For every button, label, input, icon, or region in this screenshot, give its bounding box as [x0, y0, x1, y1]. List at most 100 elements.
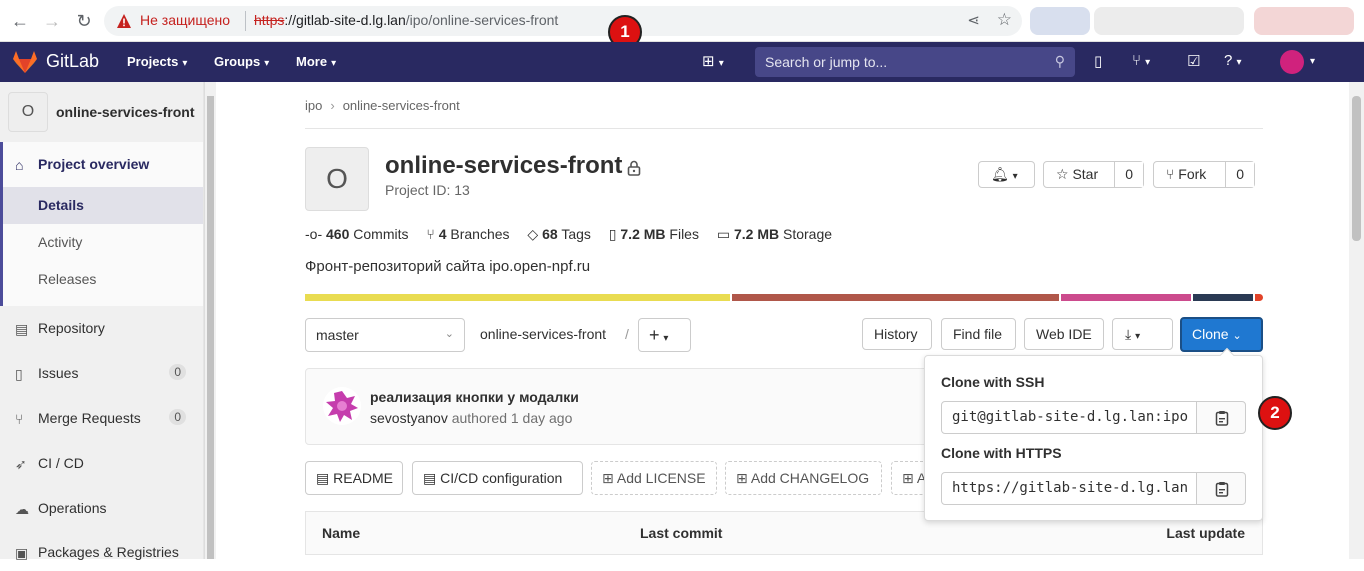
issues-icon: ▯ — [15, 366, 23, 382]
breadcrumb-group[interactable]: ipo — [305, 98, 322, 113]
user-avatar[interactable] — [1280, 50, 1304, 74]
sidebar-scrollbar[interactable] — [204, 82, 216, 559]
notification-button[interactable]: 🔔︎ ▾ — [978, 161, 1035, 188]
commit-message[interactable]: реализация кнопки у модалки — [370, 389, 579, 405]
commit-author-avatar[interactable] — [323, 387, 361, 425]
commit-icon: -o- — [305, 226, 323, 242]
clone-https-label: Clone with HTTPS — [941, 445, 1062, 461]
back-icon[interactable]: ← — [8, 9, 32, 33]
extension-icon[interactable] — [1030, 7, 1090, 35]
branch-icon: ⑂ — [426, 226, 435, 242]
sidebar-item-packages[interactable]: ▣ Packages & Registries — [0, 534, 203, 571]
warning-icon — [117, 14, 131, 28]
nav-projects[interactable]: Projects ▾ — [127, 54, 187, 69]
clone-ssh-input[interactable]: git@gitlab-site-d.lg.lan:ipo — [941, 401, 1197, 434]
download-icon: ⤓ — [1125, 326, 1132, 342]
bookmark-star-icon[interactable]: ☆ — [997, 10, 1012, 30]
sidebar-item-merge-requests[interactable]: ⑂ Merge Requests 0 — [0, 400, 203, 437]
bell-icon: 🔔︎ — [991, 166, 1009, 182]
forward-icon[interactable]: → — [40, 9, 64, 33]
search-icon: ⚲ — [1054, 53, 1065, 69]
clone-button[interactable]: Clone ⌄ — [1180, 317, 1263, 352]
sidebar-item-details[interactable]: Details — [3, 187, 203, 224]
sidebar-item-repository[interactable]: ▤ Repository — [0, 310, 203, 347]
project-stats: -o- 460 Commits ⑂ 4 Branches ◇ 68 Tags ▯… — [305, 226, 846, 243]
sidebar-item-releases[interactable]: Releases — [3, 261, 203, 298]
fork-button[interactable]: ⑂ Fork 0 — [1153, 161, 1255, 188]
fork-icon: ⑂ — [1166, 166, 1175, 182]
history-button[interactable]: History — [862, 318, 932, 350]
project-description: Фронт-репозиторий сайта ipo.open-npf.ru — [305, 258, 591, 275]
new-item-icon[interactable]: ⊞ ▾ — [702, 52, 724, 70]
language-bar[interactable] — [305, 294, 1263, 301]
nav-groups[interactable]: Groups ▾ — [214, 54, 269, 69]
storage-icon: ▭ — [716, 226, 731, 242]
language-segment[interactable] — [305, 294, 730, 301]
chevron-down-icon[interactable]: ▾ — [1310, 56, 1315, 67]
add-changelog-button[interactable]: ⊞ Add CHANGELOG — [725, 461, 882, 495]
star-icon: ☆ — [1056, 166, 1069, 182]
page-scrollbar[interactable] — [1349, 82, 1364, 559]
readme-button[interactable]: ▤ README — [305, 461, 403, 495]
browser-toolbar: ← → ↻ Не защищено https://gitlab-site-d.… — [0, 0, 1364, 42]
page-title: online-services-front — [385, 152, 623, 179]
sidebar-item-operations[interactable]: ☁ Operations — [0, 490, 203, 527]
download-button[interactable]: ⤓ ▾ — [1112, 318, 1173, 350]
extension-icon[interactable] — [1094, 7, 1244, 35]
sidebar-item-cicd[interactable]: ➶ CI / CD — [0, 445, 203, 482]
repo-path[interactable]: online-services-front — [480, 326, 606, 342]
files-stat[interactable]: ▯ 7.2 MB Files — [609, 226, 699, 242]
file-icon: ▤ — [316, 470, 330, 486]
language-segment[interactable] — [1255, 294, 1263, 301]
copy-ssh-button[interactable] — [1196, 401, 1246, 434]
chevron-down-icon: ⌄ — [1232, 330, 1242, 342]
add-license-button[interactable]: ⊞ Add LICENSE — [591, 461, 717, 495]
clipboard-icon — [1215, 482, 1229, 497]
web-ide-button[interactable]: Web IDE — [1024, 318, 1104, 350]
fork-count[interactable]: 0 — [1225, 162, 1254, 187]
star-count[interactable]: 0 — [1114, 162, 1143, 187]
commit-meta: sevostyanov authored 1 day ago — [370, 410, 573, 426]
storage-stat[interactable]: ▭ 7.2 MB Storage — [717, 226, 832, 242]
share-icon[interactable]: ⋖ — [967, 11, 980, 29]
sidebar-item-issues[interactable]: ▯ Issues 0 — [0, 355, 203, 392]
reload-icon[interactable]: ↻ — [72, 9, 96, 33]
gitlab-logo-icon[interactable] — [12, 50, 38, 74]
home-icon: ⌂ — [15, 157, 24, 173]
merge-requests-icon[interactable]: ⑂ ▾ — [1132, 52, 1150, 69]
breadcrumb: ipo › online-services-front — [305, 98, 460, 113]
column-name: Name — [322, 525, 361, 541]
find-file-button[interactable]: Find file — [941, 318, 1016, 350]
breadcrumb-project[interactable]: online-services-front — [343, 98, 460, 113]
mr-count-badge: 0 — [169, 409, 186, 425]
nav-more[interactable]: More ▾ — [296, 54, 336, 69]
clone-https-input[interactable]: https://gitlab-site-d.lg.lan — [941, 472, 1197, 505]
star-button[interactable]: ☆ Star 0 — [1043, 161, 1144, 188]
gitlab-brand[interactable]: GitLab — [46, 51, 99, 72]
tags-stat[interactable]: ◇ 68 Tags — [527, 226, 590, 242]
sidebar-item-project-overview[interactable]: ⌂ Project overview — [0, 146, 203, 183]
cicd-configuration-button[interactable]: ▤ CI/CD configuration — [412, 461, 583, 495]
issues-icon[interactable]: ▯ — [1094, 52, 1102, 70]
language-segment[interactable] — [732, 294, 1059, 301]
help-icon[interactable]: ? ▾ — [1224, 52, 1242, 69]
add-file-button[interactable]: + ▾ — [638, 318, 691, 352]
language-segment[interactable] — [1193, 294, 1253, 301]
commits-stat[interactable]: -o- 460 Commits — [305, 226, 409, 242]
address-bar[interactable]: Не защищено https://gitlab-site-d.lg.lan… — [104, 6, 1022, 36]
sidebar-project-name: online-services-front — [56, 104, 195, 120]
branch-selector[interactable]: master ⌄ — [305, 318, 465, 352]
todos-icon[interactable]: ☑ — [1187, 52, 1200, 70]
copy-https-button[interactable] — [1196, 472, 1246, 505]
gitlab-header: GitLab Projects ▾ Groups ▾ More ▾ ⊞ ▾ Searc… — [0, 42, 1364, 82]
commit-author[interactable]: sevostyanov — [370, 410, 448, 426]
branches-stat[interactable]: ⑂ 4 Branches — [426, 226, 509, 242]
sidebar-item-activity[interactable]: Activity — [3, 224, 203, 261]
extension-icon[interactable] — [1254, 7, 1354, 35]
language-segment[interactable] — [1061, 294, 1191, 301]
project-id: Project ID: 13 — [385, 182, 470, 198]
search-input[interactable]: Search or jump to... ⚲ — [755, 47, 1075, 77]
column-last-commit: Last commit — [640, 525, 723, 541]
plus-square-icon: ⊞ — [736, 470, 748, 486]
annotation-marker-2: 2 — [1258, 396, 1292, 430]
